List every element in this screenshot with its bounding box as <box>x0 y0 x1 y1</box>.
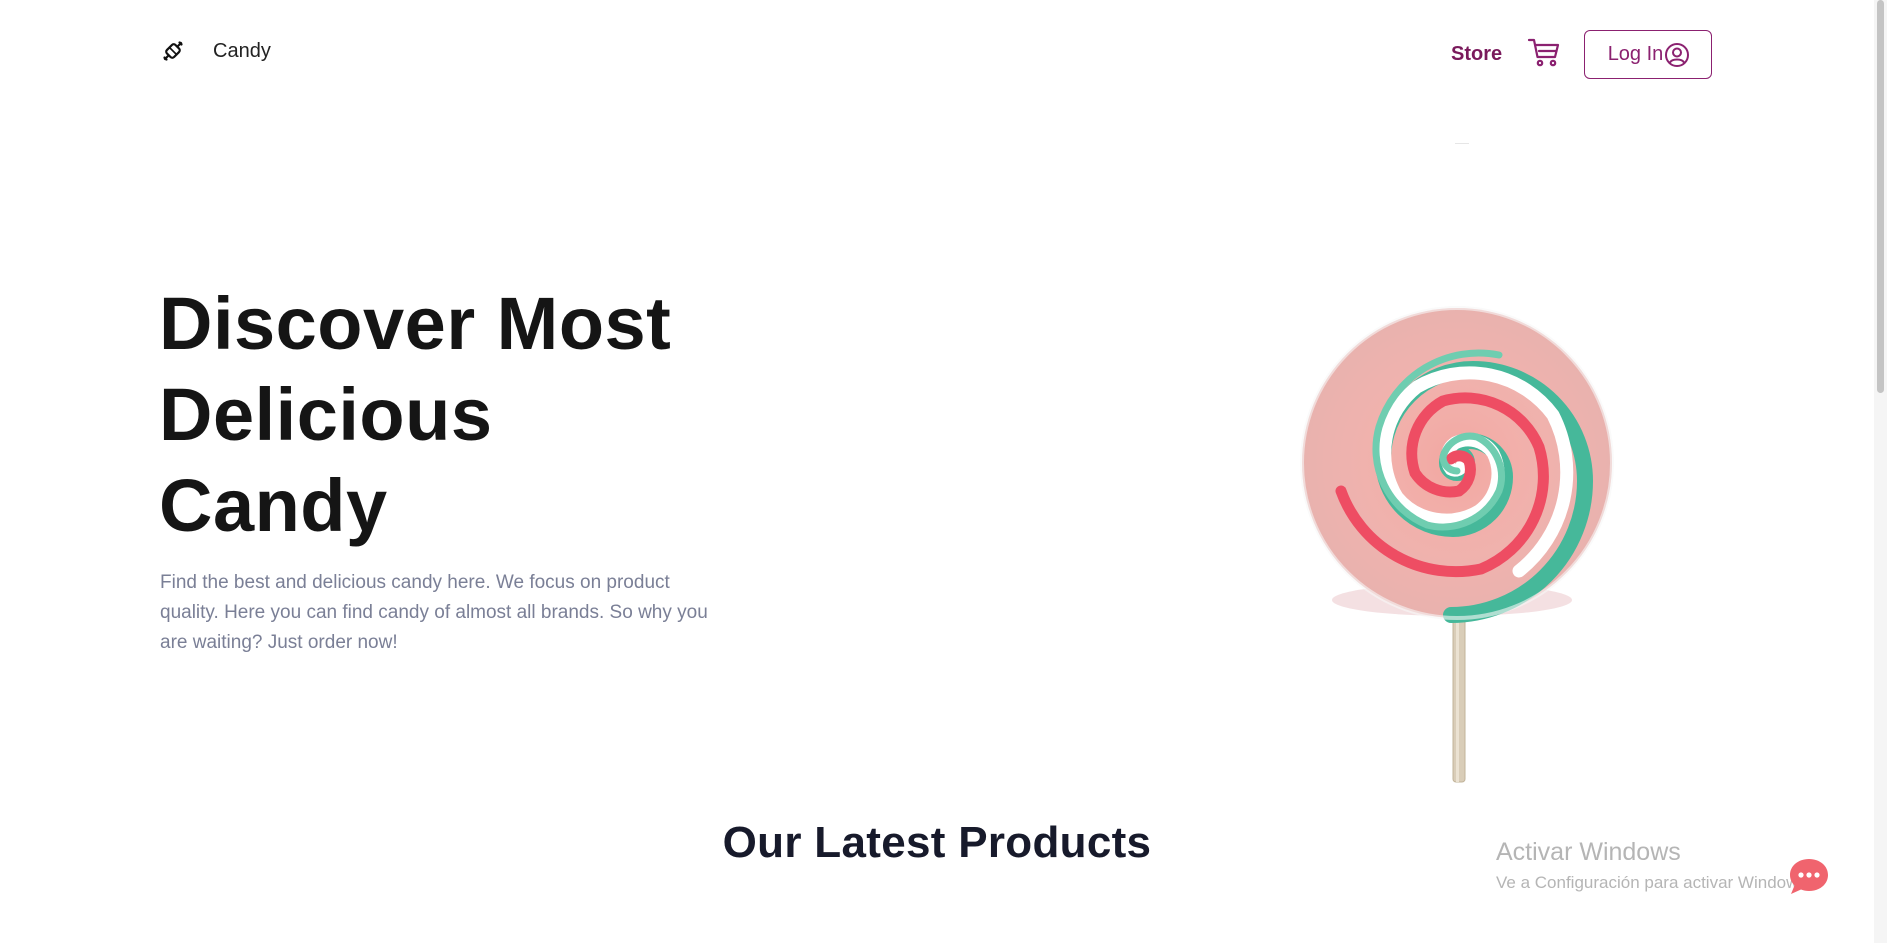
divider <box>1455 143 1469 144</box>
user-circle-icon <box>1665 42 1690 67</box>
chat-icon[interactable] <box>1786 855 1832 899</box>
hero-title-line: Delicious <box>159 373 493 456</box>
login-button[interactable]: Log In <box>1584 30 1712 79</box>
nav-store-link[interactable]: Store <box>1451 43 1502 66</box>
candy-icon <box>163 41 183 61</box>
lollipop-image <box>1300 306 1614 783</box>
windows-activation-subtitle: Ve a Configuración para activar Windows. <box>1496 873 1812 892</box>
brand-name: Candy <box>213 39 271 62</box>
site-header: Candy Store Log In <box>0 0 1887 144</box>
hero-title-line: Discover Most <box>159 282 672 365</box>
windows-activation-title: Activar Windows <box>1496 838 1681 866</box>
cart-icon[interactable] <box>1527 37 1561 69</box>
hero-title-line: Candy <box>159 464 388 547</box>
page-scrollbar[interactable] <box>1874 0 1887 943</box>
page: Candy Store Log In Discover Most Delicio… <box>0 0 1887 943</box>
hero-description: Find the best and delicious candy here. … <box>160 572 708 653</box>
scrollbar-thumb[interactable] <box>1877 0 1884 393</box>
login-label: Log In <box>1607 43 1664 65</box>
hero-title: Discover Most Delicious Candy <box>159 278 859 551</box>
brand[interactable]: Candy <box>160 38 271 64</box>
